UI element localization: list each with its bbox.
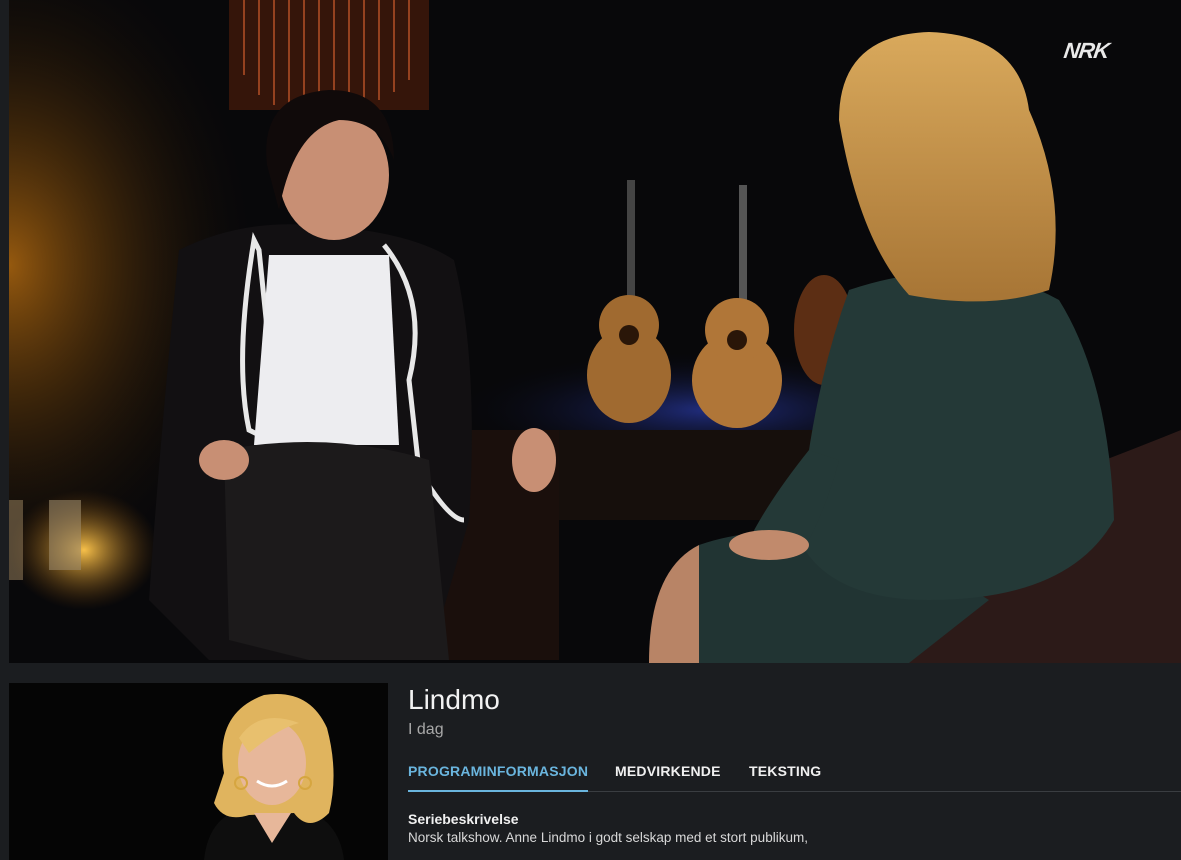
video-player[interactable]: NRK [9, 0, 1181, 663]
info-tabs: PROGRAMINFORMASJON MEDVIRKENDE TEKSTING [408, 763, 1181, 792]
host-portrait [9, 683, 388, 860]
candles [9, 490, 159, 610]
series-description-text: Norsk talkshow. Anne Lindmo i godt selsk… [408, 830, 808, 845]
series-description-heading: Seriebeskrivelse [408, 811, 519, 827]
program-title: Lindmo [408, 684, 500, 715]
program-subtitle: I dag [408, 721, 444, 738]
video-frame [9, 0, 1181, 663]
tab-programinformasjon[interactable]: PROGRAMINFORMASJON [408, 763, 589, 792]
nrk-logo: NRK [1062, 38, 1111, 63]
tab-teksting[interactable]: TEKSTING [749, 763, 821, 790]
program-info: Lindmo I dag PROGRAMINFORMASJON MEDVIRKE… [408, 683, 1181, 845]
program-thumbnail [9, 683, 388, 860]
tab-medvirkende[interactable]: MEDVIRKENDE [615, 763, 721, 790]
